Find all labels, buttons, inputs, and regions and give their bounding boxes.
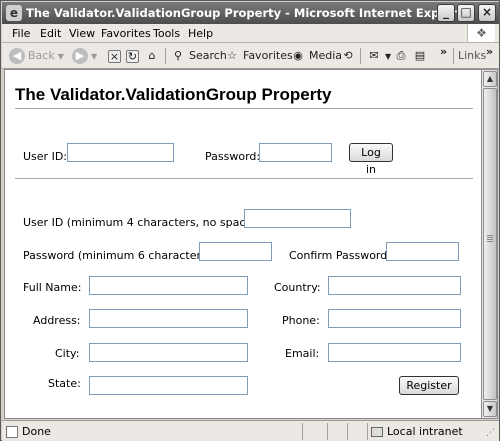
email-label: Email:: [285, 347, 320, 360]
close-button[interactable]: ×: [478, 4, 496, 22]
mail-button[interactable]: ✉ ▼: [366, 47, 391, 65]
links-chevron-icon[interactable]: »: [486, 43, 493, 61]
maximize-button[interactable]: □: [457, 4, 475, 22]
back-arrow-icon: ◀: [9, 48, 25, 64]
toolbar: ◀ Back ▼ ▶ ▼ × ↻ ⌂ ⚲ Search ☆ Favorites ◉ Medi…: [2, 43, 499, 69]
mail-icon: ✉: [369, 49, 379, 62]
browser-window: e The Validator.ValidationGroup Property…: [0, 0, 500, 441]
scroll-down-icon[interactable]: ▼: [483, 401, 497, 417]
edit-button[interactable]: ▤: [412, 47, 431, 65]
back-dropdown-icon[interactable]: ▼: [58, 52, 64, 61]
status-bar: Done Local intranet ⋰: [2, 420, 499, 441]
full-name-input[interactable]: [89, 276, 248, 295]
forward-arrow-icon: ▶: [72, 48, 88, 64]
state-label: State:: [48, 377, 81, 390]
resize-grip-icon[interactable]: ⋰: [486, 426, 495, 441]
stop-icon: ×: [108, 49, 121, 63]
scroll-up-icon[interactable]: ▲: [483, 71, 497, 87]
email-input[interactable]: [328, 343, 461, 362]
login-button[interactable]: Log in: [349, 143, 393, 176]
history-button[interactable]: ⟲: [340, 47, 359, 65]
scroll-thumb[interactable]: [483, 88, 497, 400]
login-password-label: Password:: [205, 150, 261, 163]
menu-view[interactable]: View: [69, 27, 95, 40]
register-button[interactable]: Register: [399, 376, 459, 395]
menu-file[interactable]: File: [12, 27, 30, 40]
search-icon: ⚲: [173, 49, 183, 62]
forward-dropdown-icon[interactable]: ▼: [91, 52, 97, 61]
menu-edit[interactable]: Edit: [40, 27, 61, 40]
links-button[interactable]: Links: [458, 47, 486, 65]
favorites-star-icon: ☆: [227, 49, 237, 62]
vertical-scrollbar[interactable]: ▲ ▼: [482, 69, 498, 419]
refresh-button[interactable]: ↻: [126, 47, 142, 65]
history-icon: ⟲: [343, 49, 353, 62]
status-divider: [327, 423, 328, 440]
status-divider: [302, 423, 303, 440]
status-divider: [347, 423, 348, 440]
full-name-label: Full Name:: [23, 281, 82, 294]
print-button[interactable]: ⎙: [393, 47, 412, 65]
media-button[interactable]: ◉ Media: [290, 47, 342, 65]
divider: [15, 178, 473, 179]
status-zone: Local intranet: [371, 424, 463, 439]
register-password-input[interactable]: [199, 242, 272, 261]
address-input[interactable]: [89, 309, 248, 328]
refresh-icon: ↻: [126, 49, 139, 63]
register-password-label: Password (minimum 6 characters):: [23, 249, 215, 262]
register-user-id-label: User ID (minimum 4 characters, no spaces…: [23, 216, 266, 229]
search-button[interactable]: ⚲ Search: [170, 47, 227, 65]
stop-button[interactable]: ×: [108, 47, 124, 65]
print-icon: ⎙: [396, 49, 406, 62]
home-icon: ⌂: [148, 49, 156, 62]
country-input[interactable]: [328, 276, 461, 295]
ie-page-icon: e: [6, 5, 22, 21]
city-label: City:: [55, 347, 80, 360]
toolbar-chevron-icon[interactable]: »: [440, 43, 447, 61]
status-done: Done: [6, 424, 51, 439]
country-label: Country:: [274, 281, 321, 294]
menu-favorites[interactable]: Favorites: [101, 27, 151, 40]
grip-icon: [487, 235, 493, 236]
menu-tools[interactable]: Tools: [153, 27, 180, 40]
edit-icon: ▤: [414, 49, 426, 62]
forward-button[interactable]: ▶ ▼: [72, 47, 97, 65]
state-input[interactable]: [89, 376, 248, 395]
address-label: Address:: [33, 314, 81, 327]
minimize-button[interactable]: _: [437, 4, 455, 22]
status-divider: [367, 423, 368, 440]
login-user-id-input[interactable]: [67, 143, 174, 162]
home-button[interactable]: ⌂: [144, 47, 163, 65]
city-input[interactable]: [89, 343, 248, 362]
toolbar-separator: [360, 48, 361, 64]
favorites-button[interactable]: ☆ Favorites: [224, 47, 293, 65]
divider: [15, 108, 473, 109]
mail-dropdown-icon[interactable]: ▼: [385, 52, 391, 61]
register-user-id-input[interactable]: [244, 209, 351, 228]
login-password-input[interactable]: [259, 143, 332, 162]
page-done-icon: [6, 426, 18, 438]
confirm-password-label: Confirm Password:: [289, 249, 391, 262]
page-viewport: The Validator.ValidationGroup Property U…: [4, 69, 482, 419]
back-button[interactable]: ◀ Back ▼: [9, 47, 64, 65]
media-icon: ◉: [293, 49, 303, 62]
windows-logo-icon: ❖: [467, 24, 495, 42]
toolbar-separator: [165, 48, 166, 64]
confirm-password-input[interactable]: [386, 242, 459, 261]
intranet-zone-icon: [371, 427, 383, 437]
menu-help[interactable]: Help: [188, 27, 213, 40]
title-bar[interactable]: e The Validator.ValidationGroup Property…: [2, 2, 499, 24]
login-user-id-label: User ID:: [23, 150, 67, 163]
toolbar-separator: [453, 48, 454, 64]
window-title: The Validator.ValidationGroup Property -…: [26, 6, 471, 20]
phone-input[interactable]: [328, 309, 461, 328]
page-title: The Validator.ValidationGroup Property: [15, 85, 332, 104]
menu-bar: File Edit View Favorites Tools Help ❖: [2, 24, 499, 43]
phone-label: Phone:: [282, 314, 320, 327]
